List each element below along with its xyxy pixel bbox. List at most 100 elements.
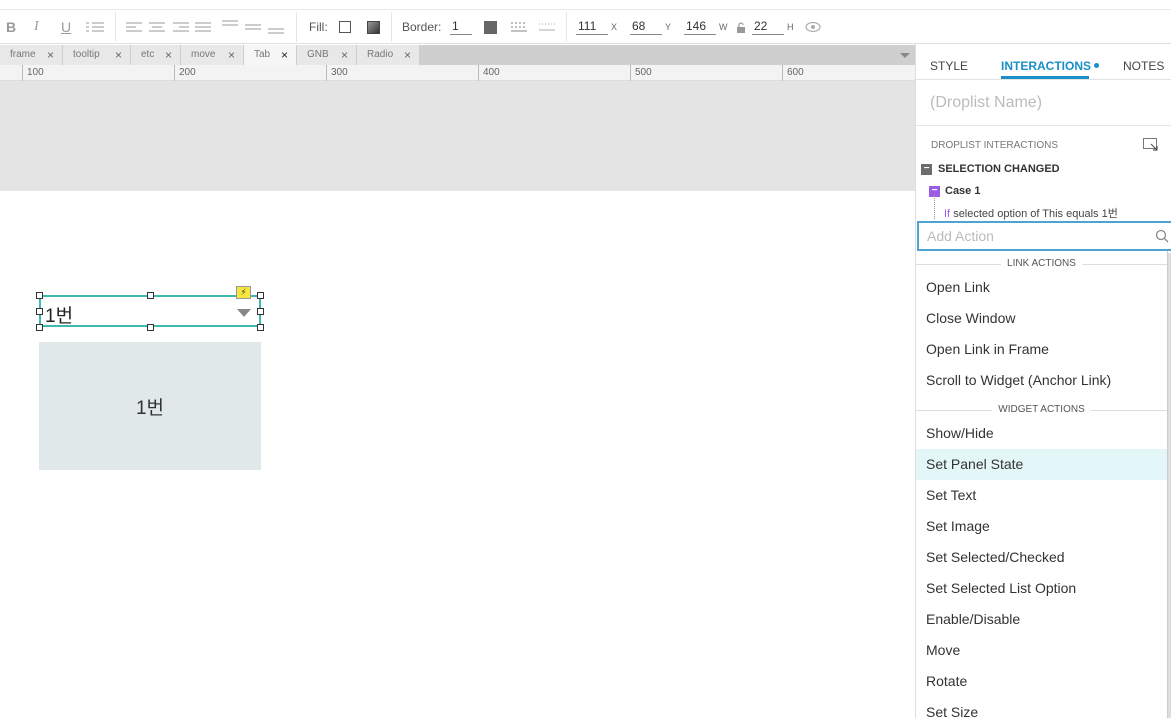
- ruler-label: 500: [635, 67, 652, 78]
- resize-handle[interactable]: [147, 324, 154, 331]
- event-selection-changed[interactable]: − SELECTION CHANGED: [921, 163, 1060, 175]
- interaction-bolt-icon[interactable]: ⚡: [236, 286, 251, 299]
- valign-top-icon[interactable]: [222, 10, 238, 44]
- visibility-eye-icon[interactable]: [805, 10, 821, 44]
- add-action-input[interactable]: [919, 223, 1139, 249]
- dynamic-panel[interactable]: 1번: [39, 342, 261, 470]
- close-icon[interactable]: ×: [165, 45, 172, 65]
- h-input-wrap: 22 H: [752, 10, 794, 44]
- widget-name-input[interactable]: (Droplist Name): [930, 94, 1042, 112]
- droplist-widget[interactable]: 1번: [39, 295, 261, 327]
- bold-button[interactable]: B: [6, 10, 16, 44]
- search-icon: [1155, 229, 1169, 243]
- tab-notes[interactable]: NOTES: [1123, 59, 1164, 73]
- border-style-icon[interactable]: [511, 10, 527, 44]
- canvas-header-band[interactable]: [0, 81, 915, 191]
- inspector-tabs: STYLE INTERACTIONS NOTES: [916, 44, 1171, 80]
- tab-etc[interactable]: etc ×: [131, 45, 181, 65]
- tabs-overflow-chevron-icon[interactable]: [900, 53, 910, 58]
- action-close-window[interactable]: Close Window: [916, 303, 1167, 334]
- close-icon[interactable]: ×: [281, 45, 288, 65]
- page-tabs-bar: frame × tooltip × etc × move × Tab × GNB × Rad…: [0, 45, 915, 65]
- x-position-input[interactable]: 111: [576, 19, 608, 35]
- tab-label: Tab: [254, 49, 271, 60]
- border-width-wrap: 1: [450, 10, 472, 44]
- action-scroll-to-widget[interactable]: Scroll to Widget (Anchor Link): [916, 365, 1167, 396]
- group-title: LINK ACTIONS: [1001, 258, 1082, 269]
- event-label: SELECTION CHANGED: [938, 163, 1060, 175]
- toolbar-divider: [391, 12, 392, 42]
- case-condition[interactable]: If selected option of This equals 1번: [944, 205, 1118, 221]
- action-enable-disable[interactable]: Enable/Disable: [916, 604, 1167, 635]
- action-set-text[interactable]: Set Text: [916, 480, 1167, 511]
- tab-label: Radio: [367, 49, 394, 60]
- action-rotate[interactable]: Rotate: [916, 666, 1167, 697]
- action-show-hide[interactable]: Show/Hide: [916, 418, 1167, 449]
- action-set-size[interactable]: Set Size: [916, 697, 1167, 718]
- tab-style[interactable]: STYLE: [930, 59, 968, 73]
- underline-button[interactable]: U: [61, 10, 71, 44]
- bullet-list-icon[interactable]: [86, 10, 104, 44]
- case-item[interactable]: − Case 1: [929, 185, 980, 197]
- active-tab-indicator: [1001, 76, 1089, 79]
- align-justify-icon[interactable]: [195, 10, 211, 44]
- ruler-label: 200: [179, 67, 196, 78]
- action-set-selected-list-option[interactable]: Set Selected List Option: [916, 573, 1167, 604]
- chevron-down-icon: [237, 309, 251, 317]
- valign-middle-icon[interactable]: [245, 10, 261, 44]
- section-title: DROPLIST INTERACTIONS: [931, 140, 1059, 151]
- resize-handle[interactable]: [147, 292, 154, 299]
- close-icon[interactable]: ×: [115, 45, 122, 65]
- valign-bottom-icon[interactable]: [268, 10, 284, 44]
- border-visibility-icon[interactable]: [539, 10, 555, 44]
- toolbar-divider: [296, 12, 297, 42]
- action-set-panel-state[interactable]: Set Panel State: [916, 449, 1167, 480]
- case-label: Case 1: [945, 185, 981, 197]
- ruler-tick: [478, 65, 479, 81]
- tab-frame[interactable]: frame ×: [0, 45, 63, 65]
- align-center-icon[interactable]: [149, 10, 165, 44]
- droplist-selected-value: 1번: [45, 306, 74, 327]
- inspector-panel: STYLE INTERACTIONS NOTES (Droplist Name)…: [915, 44, 1171, 718]
- tab-interactions-label: INTERACTIONS: [1001, 59, 1091, 73]
- action-set-image[interactable]: Set Image: [916, 511, 1167, 542]
- fill-shadow-swatch[interactable]: [367, 10, 380, 44]
- design-canvas[interactable]: 1번 ⚡ 1번: [0, 81, 915, 718]
- tab-label: move: [191, 49, 216, 60]
- close-icon[interactable]: ×: [341, 45, 348, 65]
- border-color-swatch[interactable]: [484, 10, 497, 44]
- width-input[interactable]: 146: [684, 19, 716, 35]
- resize-handle[interactable]: [36, 292, 43, 299]
- align-left-icon[interactable]: [126, 10, 142, 44]
- ruler-label: 100: [27, 67, 44, 78]
- lock-aspect-icon[interactable]: [736, 10, 746, 44]
- close-icon[interactable]: ×: [47, 45, 54, 65]
- tab-radio[interactable]: Radio ×: [357, 45, 420, 65]
- collapse-icon[interactable]: −: [921, 163, 932, 175]
- close-icon[interactable]: ×: [228, 45, 235, 65]
- interaction-settings-icon[interactable]: [1143, 138, 1159, 152]
- resize-handle[interactable]: [257, 292, 264, 299]
- fill-color-swatch[interactable]: [339, 10, 351, 44]
- resize-handle[interactable]: [36, 308, 43, 315]
- resize-handle[interactable]: [257, 308, 264, 315]
- y-position-input[interactable]: 68: [630, 19, 662, 35]
- border-width-input[interactable]: 1: [450, 19, 472, 35]
- italic-button[interactable]: I: [34, 10, 39, 44]
- action-open-link-in-frame[interactable]: Open Link in Frame: [916, 334, 1167, 365]
- tab-tab[interactable]: Tab ×: [244, 45, 297, 65]
- tab-interactions[interactable]: INTERACTIONS: [1001, 59, 1099, 73]
- tab-tooltip[interactable]: tooltip ×: [63, 45, 131, 65]
- action-open-link[interactable]: Open Link: [916, 272, 1167, 303]
- tab-move[interactable]: move ×: [181, 45, 244, 65]
- resize-handle[interactable]: [36, 324, 43, 331]
- border-label: Border:: [402, 20, 442, 34]
- close-icon[interactable]: ×: [404, 45, 411, 65]
- action-set-selected-checked[interactable]: Set Selected/Checked: [916, 542, 1167, 573]
- height-input[interactable]: 22: [752, 19, 784, 35]
- align-right-icon[interactable]: [173, 10, 189, 44]
- tab-gnb[interactable]: GNB ×: [297, 45, 357, 65]
- action-move[interactable]: Move: [916, 635, 1167, 666]
- add-action-search[interactable]: [917, 221, 1171, 251]
- resize-handle[interactable]: [257, 324, 264, 331]
